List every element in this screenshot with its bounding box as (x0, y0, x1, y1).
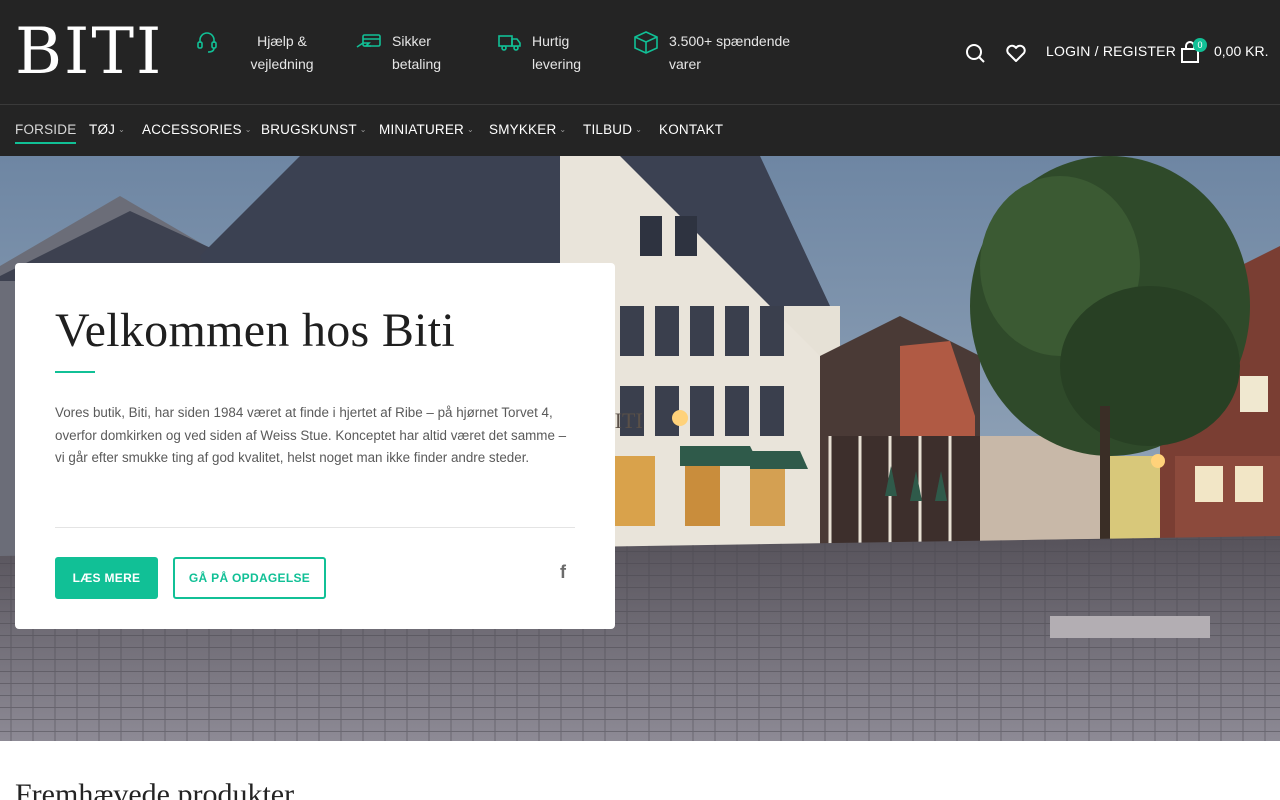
hero-title: Velkommen hos Biti (55, 304, 456, 357)
chevron-down-icon: ⌄ (359, 125, 367, 134)
feature-delivery: Hurtig levering (496, 28, 606, 76)
nav-item-label: MINIATURER (379, 122, 464, 137)
header-top: BITI Hjælp & vejledning Sikker betaling … (0, 0, 1280, 105)
login-register-link[interactable]: LOGIN / REGISTER (1046, 43, 1176, 59)
feature-products-label: 3.500+ spændende varer (669, 33, 791, 72)
chevron-down-icon: ⌄ (118, 125, 126, 134)
featured-products-title: Fremhævede produkter (15, 778, 295, 800)
nav-item-accessories[interactable]: ACCESSORIES ⌄ (142, 122, 252, 137)
read-more-button[interactable]: LÆS MERE (55, 557, 158, 599)
nav-item-forside[interactable]: FORSIDE (15, 122, 77, 144)
nav-item-miniaturer[interactable]: MINIATURER ⌄ (379, 122, 474, 137)
explore-button[interactable]: GÅ PÅ OPDAGELSE (173, 557, 326, 599)
feature-payment: Sikker betaling (356, 28, 466, 76)
card-payment-icon (356, 34, 381, 48)
nav-item-smykker[interactable]: SMYKKER ⌄ (489, 122, 566, 137)
nav-item-label: FORSIDE (15, 122, 77, 137)
feature-products: 3.500+ spændende varer (633, 28, 813, 76)
chevron-down-icon: ⌄ (467, 125, 474, 134)
nav-item-label: TILBUD (583, 122, 633, 137)
nav-item-label: ACCESSORIES (142, 122, 242, 137)
facebook-icon[interactable]: f (554, 562, 572, 582)
hero-description: Vores butik, Biti, har siden 1984 været … (55, 405, 567, 465)
feature-payment-label: Sikker betaling (392, 33, 442, 72)
chevron-down-icon: ⌄ (244, 125, 252, 134)
nav-item-tilbud[interactable]: TILBUD ⌄ (583, 122, 642, 137)
search-icon[interactable] (963, 38, 989, 68)
nav-item-brugskunst[interactable]: BRUGSKUNST ⌄ (261, 122, 367, 137)
feature-help-label: Hjælp & vejledning (250, 33, 314, 72)
nav-item-toej[interactable]: TØJ ⌄ (89, 122, 125, 137)
nav-item-label: BRUGSKUNST (261, 122, 357, 137)
cart-count-badge: 0 (1193, 38, 1207, 52)
site-logo[interactable]: BITI (15, 14, 175, 90)
delivery-truck-icon (498, 35, 521, 51)
feature-delivery-label: Hurtig levering (532, 33, 582, 72)
package-box-icon (634, 31, 658, 54)
headset-icon (197, 32, 217, 53)
cart-total[interactable]: 0,00 KR. (1214, 43, 1268, 59)
card-divider (55, 527, 575, 528)
chevron-down-icon: ⌄ (559, 125, 567, 134)
nav-item-kontakt[interactable]: KONTAKT (659, 122, 723, 137)
nav-item-label: TØJ (89, 122, 116, 137)
chevron-down-icon: ⌄ (635, 125, 643, 134)
main-navigation: FORSIDE TØJ ⌄ ACCESSORIES ⌄ BRUGSKUNST ⌄ MI… (0, 105, 1280, 156)
heart-icon[interactable] (1003, 38, 1029, 68)
feature-help: Hjælp & vejledning (194, 28, 334, 76)
nav-item-label: SMYKKER (489, 122, 557, 137)
hero-banner: BITI Velkommen hos Biti Vores butik, Bit… (0, 156, 1280, 741)
nav-item-label: KONTAKT (659, 122, 724, 137)
hero-card: Velkommen hos Biti Vores butik, Biti, ha… (15, 263, 615, 629)
title-accent-line (55, 371, 95, 373)
